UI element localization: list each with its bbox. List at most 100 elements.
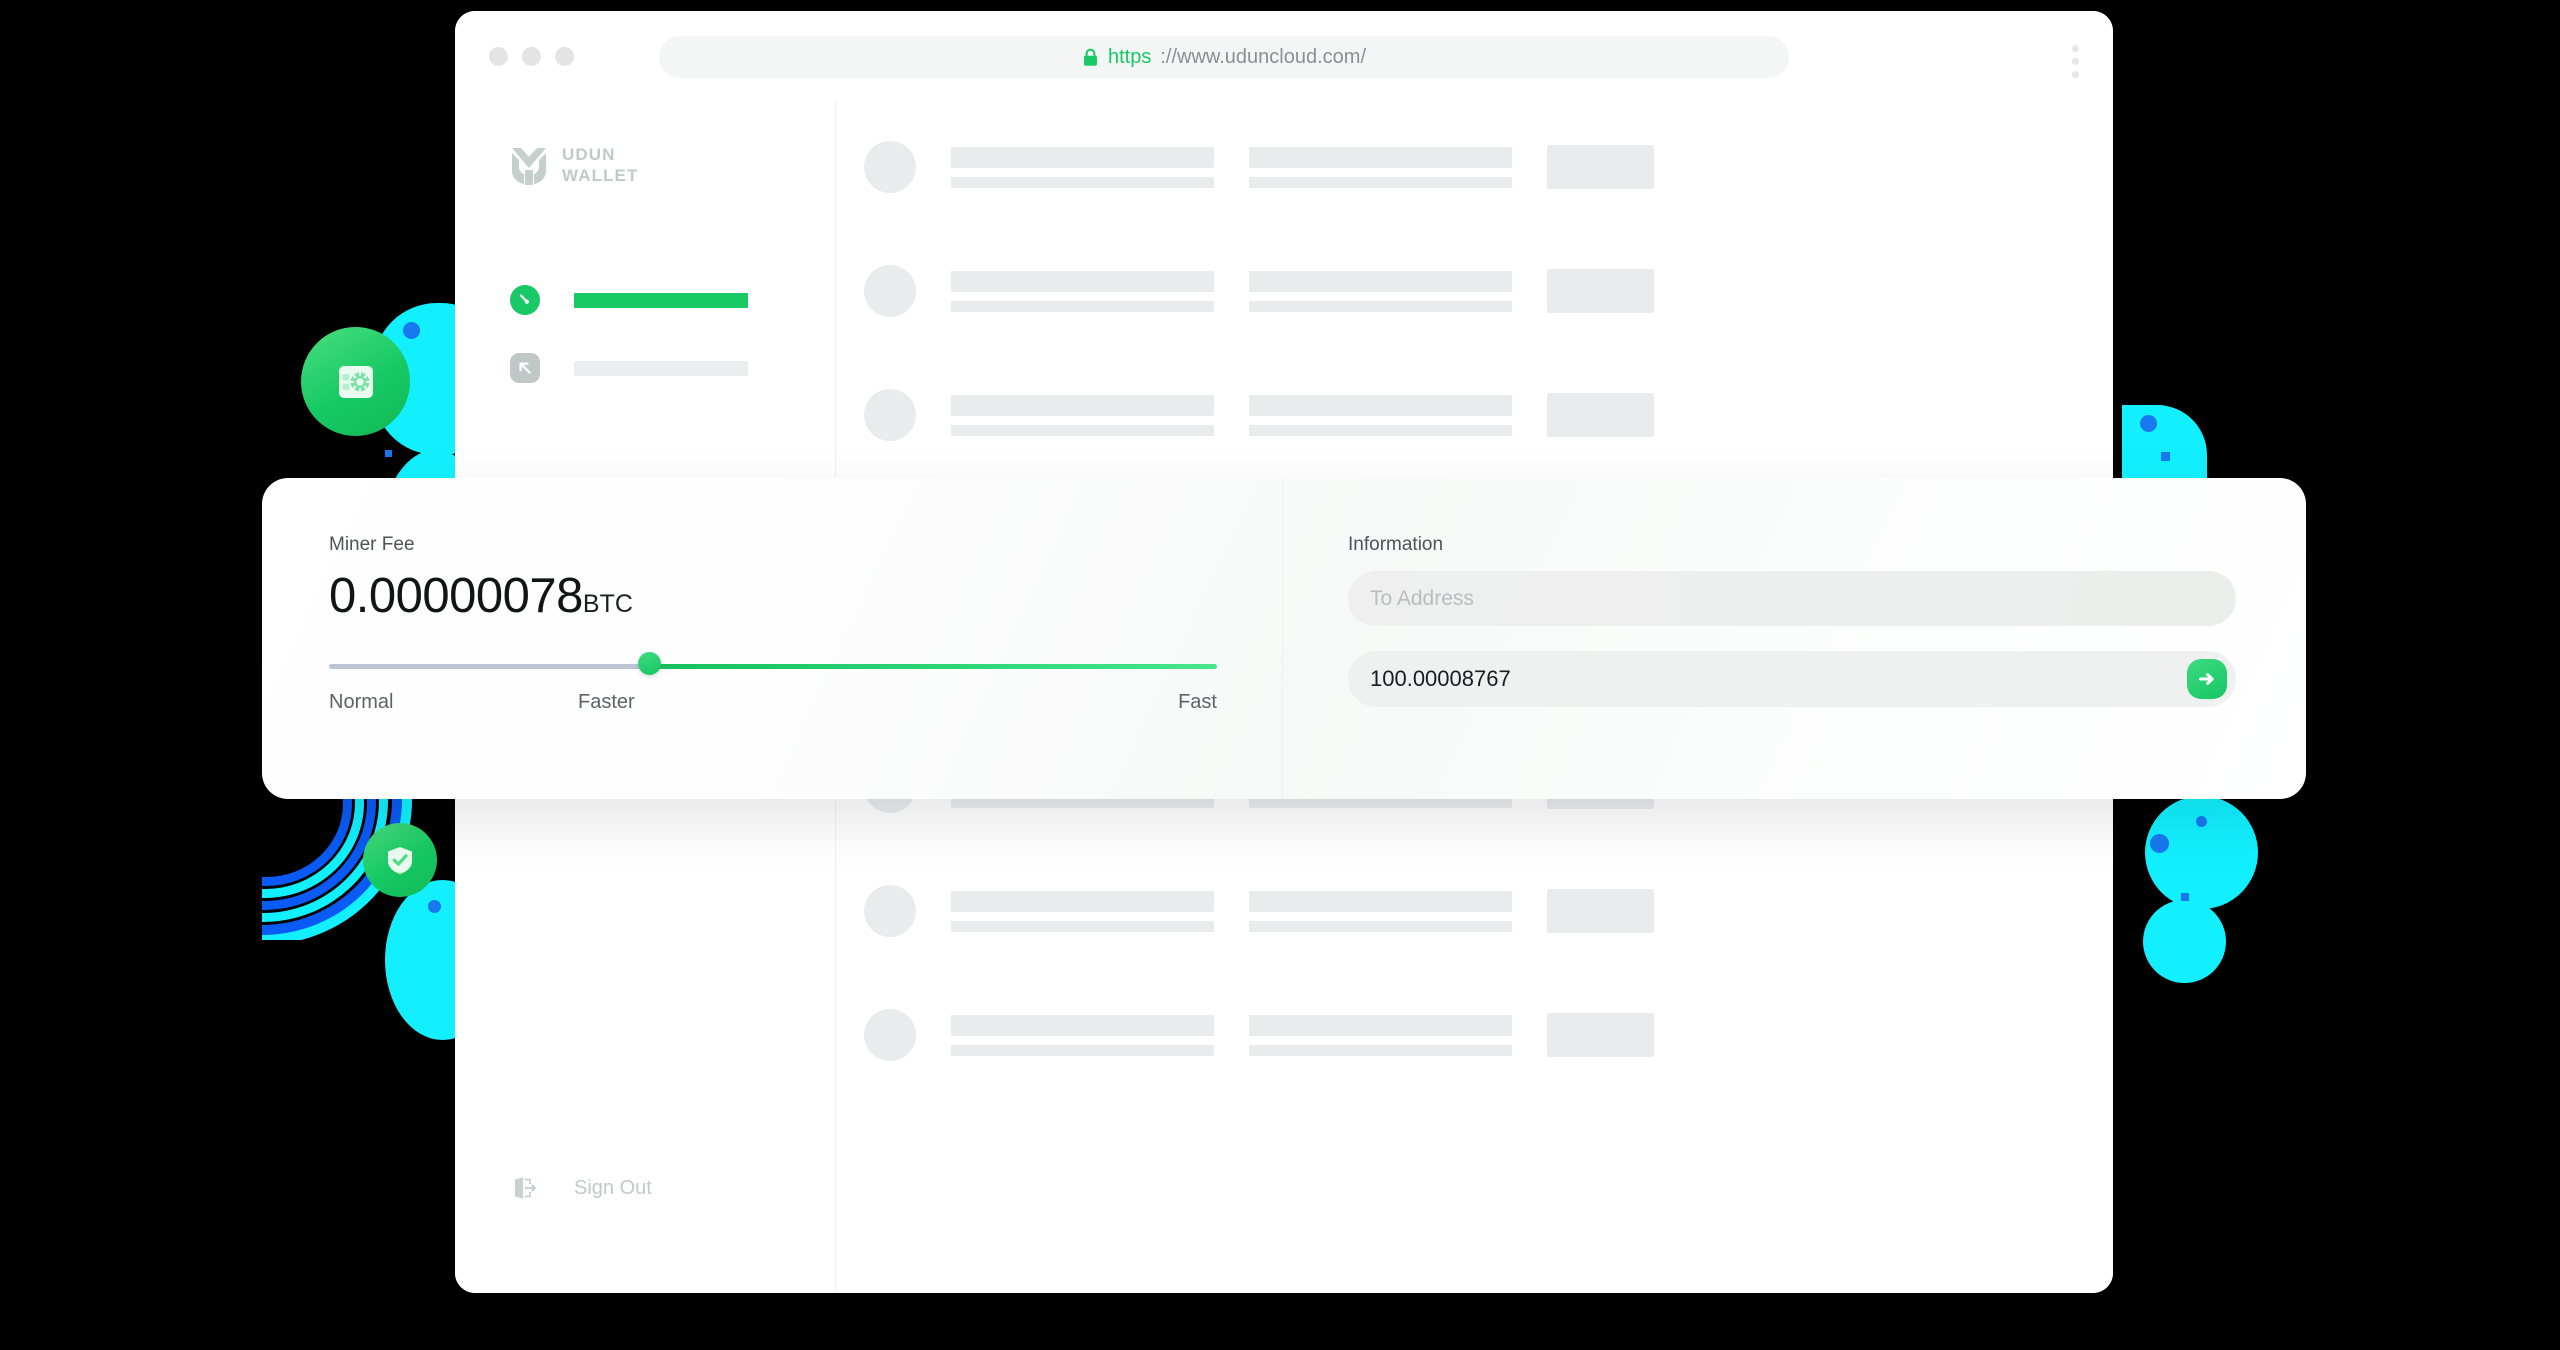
slider-label-fast[interactable]: Fast [1178,691,1217,714]
udun-logo-icon [512,148,546,185]
sidebar-item-sign-out[interactable]: Sign Out [455,1164,652,1212]
url-scheme: https [1107,45,1152,68]
information-label: Information [1348,534,1444,555]
slider-tick-labels: Normal Faster Fast [329,691,1217,715]
miner-fee-label: Miner Fee [329,534,415,555]
maximize-button[interactable] [555,46,574,66]
skeleton-col-primary [951,1014,1214,1056]
browser-chrome: https://www.uduncloud.com/ [455,11,2113,101]
sidebar-item-dashboard-label [574,292,748,308]
skeleton-col-secondary [1249,146,1512,188]
skeleton-line [951,394,1214,416]
information-panel: Information To Address 100.00008767 [1283,478,2306,799]
decor-blue-dot-3 [2140,415,2157,432]
skeleton-row [836,377,2113,453]
skeleton-col-primary [951,146,1214,188]
slider-track [329,664,649,669]
transfer-arrow-icon [510,353,540,383]
skeleton-col-secondary [1249,890,1512,932]
decor-blue-square-2 [2161,452,2170,461]
skeleton-line [951,1044,1214,1056]
decor-blue-dot-1 [403,322,420,339]
amount-field[interactable]: 100.00008767 [1348,651,2236,707]
decor-blue-dot-4 [2150,834,2169,853]
skeleton-block [1547,393,1654,437]
miner-fee-panel: Miner Fee 0.00000078BTC Normal Faster Fa… [262,478,1283,799]
skeleton-line [951,176,1214,188]
skeleton-col-primary [951,890,1214,932]
slider-label-faster[interactable]: Faster [578,691,635,714]
skeleton-block [1547,889,1654,933]
to-address-placeholder: To Address [1370,586,1474,610]
skeleton-col-secondary [1249,1014,1512,1056]
skeleton-col-primary [951,394,1214,436]
skeleton-row [836,873,2113,949]
skeleton-block [1547,145,1654,189]
skeleton-line [1249,890,1512,912]
slider-thumb[interactable] [637,652,661,675]
logo-line-2: WALLET [562,166,639,185]
traffic-lights [489,46,574,66]
skeleton-line [951,1014,1214,1036]
miner-fee-amount-row: 0.00000078BTC [329,568,1282,624]
skeleton-line [1249,300,1512,312]
skeleton-line [1249,270,1512,292]
logo-line-1: UDUN [562,145,616,164]
skeleton-avatar [864,265,916,317]
decor-cyan-circle-right-1 [2145,796,2258,909]
sidebar-item-transfer-label [574,360,748,376]
minimize-button[interactable] [522,46,541,66]
skeleton-line [951,146,1214,168]
decor-blue-square-3 [2181,893,2189,901]
skeleton-line [951,890,1214,912]
kebab-menu-icon[interactable] [2072,45,2079,78]
fee-speed-slider[interactable] [329,652,1217,675]
sign-out-icon [510,1173,540,1203]
shield-check-icon [388,847,412,874]
skeleton-line [951,270,1214,292]
decor-blue-dot-2 [428,900,441,913]
decor-blue-square-1 [385,450,392,457]
amount-value: 100.00008767 [1370,666,1511,691]
decor-cyan-circle-right-2 [2143,900,2226,983]
sidebar-item-dashboard[interactable] [510,276,835,324]
lock-icon [1082,48,1099,67]
skeleton-avatar [864,389,916,441]
skeleton-line [951,920,1214,932]
skeleton-line [1249,394,1512,416]
dashboard-gauge-icon [510,285,540,315]
skeleton-line [1249,176,1512,188]
skeleton-avatar [864,1009,916,1061]
shield-check-badge [363,823,437,897]
skeleton-col-secondary [1249,394,1512,436]
miner-fee-unit: BTC [582,590,633,618]
skeleton-row [836,129,2113,205]
skeleton-line [951,300,1214,312]
sign-out-label: Sign Out [574,1176,652,1199]
skeleton-col-primary [951,270,1214,312]
arrow-right-icon [2199,673,2214,685]
app-logo[interactable]: UDUN WALLET [510,144,835,186]
close-button[interactable] [489,46,508,66]
skeleton-line [1249,1044,1512,1056]
vault-safe-badge [301,327,410,436]
skeleton-line [1249,146,1512,168]
vault-safe-icon [338,365,373,398]
skeleton-block [1547,269,1654,313]
screenshot-stage: https://www.uduncloud.com/ UDUN WALLET … [0,0,2560,1350]
url-bar[interactable]: https://www.uduncloud.com/ [659,36,1789,78]
sidebar-item-transfer[interactable] [510,344,835,392]
skeleton-line [1249,1014,1512,1036]
skeleton-col-secondary [1249,270,1512,312]
miner-fee-amount: 0.00000078 [329,569,583,623]
logo-text: UDUN WALLET [562,144,638,186]
skeleton-avatar [864,885,916,937]
skeleton-row [836,253,2113,329]
send-button[interactable] [2187,659,2227,699]
decor-blue-dot-5 [2196,816,2207,827]
miner-fee-modal: Miner Fee 0.00000078BTC Normal Faster Fa… [262,478,2306,799]
skeleton-block [1547,1013,1654,1057]
slider-label-normal[interactable]: Normal [329,691,393,714]
to-address-field[interactable]: To Address [1348,571,2236,626]
skeleton-line [1249,424,1512,436]
